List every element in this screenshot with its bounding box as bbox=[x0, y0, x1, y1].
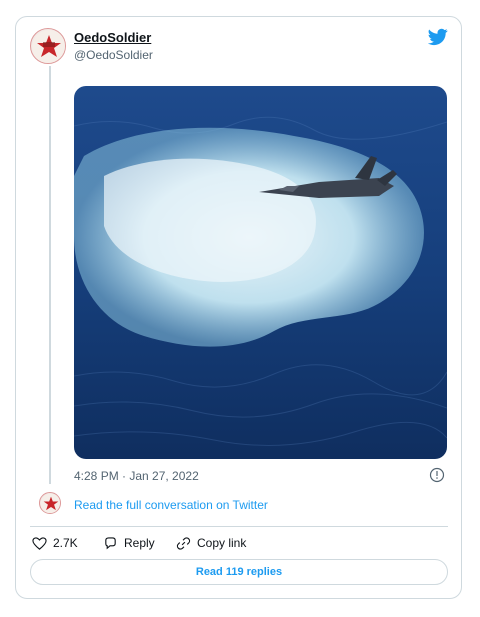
reply-action[interactable]: Reply bbox=[103, 534, 155, 552]
like-count: 2.7K bbox=[53, 536, 78, 550]
copy-link-action[interactable]: Copy link bbox=[176, 534, 246, 552]
info-icon[interactable] bbox=[429, 467, 445, 483]
reply-icon bbox=[105, 536, 116, 549]
avatar[interactable] bbox=[30, 28, 66, 64]
read-replies-label: Read 119 replies bbox=[195, 566, 283, 578]
small-avatar bbox=[39, 492, 61, 514]
divider bbox=[30, 526, 448, 527]
read-full-conversation-link[interactable]: Read the full conversation on Twitter bbox=[74, 498, 268, 512]
link-icon bbox=[176, 536, 191, 550]
tweet-timestamp[interactable]: 4:28 PM · Jan 27, 2022 bbox=[74, 469, 199, 483]
heart-icon bbox=[32, 536, 47, 550]
reply-label: Reply bbox=[124, 536, 155, 550]
like-action[interactable]: 2.7K bbox=[32, 534, 78, 552]
ocean-jet-image bbox=[74, 86, 447, 459]
copy-link-label: Copy link bbox=[197, 536, 247, 550]
thread-line bbox=[49, 66, 51, 484]
author-handle[interactable]: @OedoSoldier bbox=[74, 48, 153, 62]
read-replies-button[interactable]: Read 119 replies bbox=[30, 559, 448, 585]
tweet-photo[interactable] bbox=[74, 86, 447, 459]
twitter-bird-icon[interactable] bbox=[428, 28, 448, 46]
author-name[interactable]: OedoSoldier bbox=[74, 30, 151, 45]
